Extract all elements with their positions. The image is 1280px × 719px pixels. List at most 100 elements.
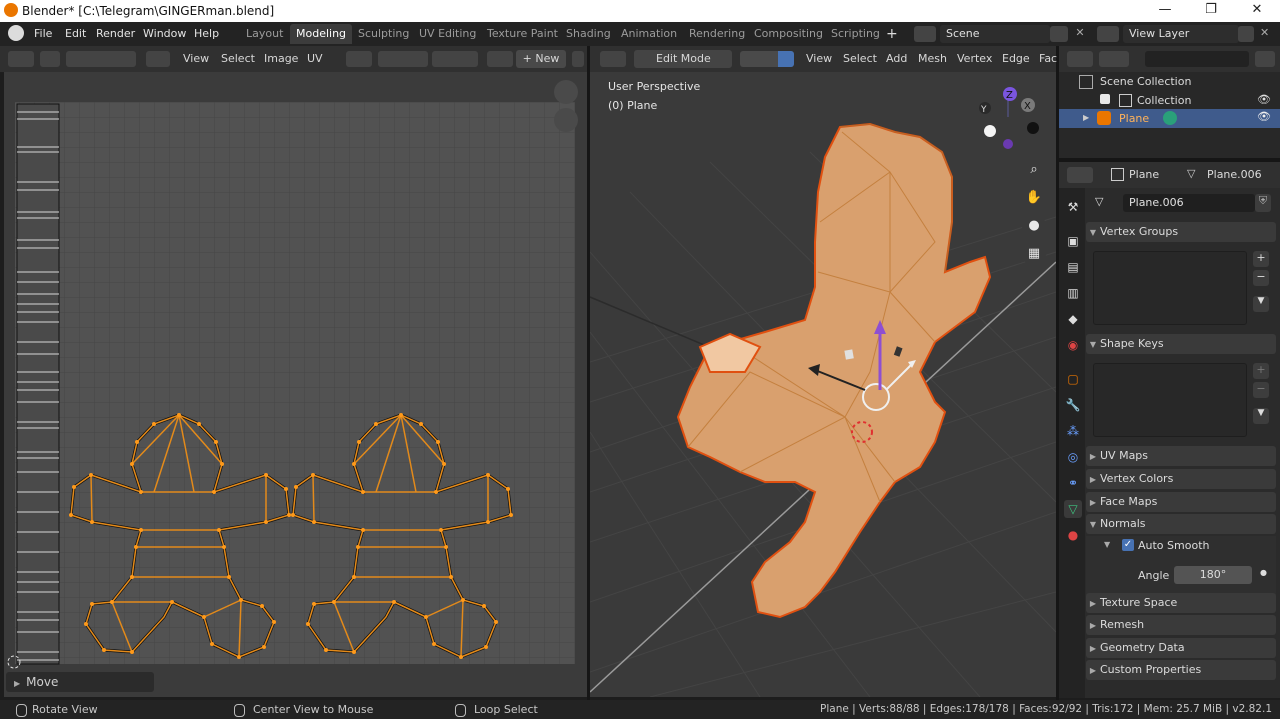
select-mode-icons[interactable] bbox=[66, 51, 136, 67]
view-layer-field[interactable]: View Layer bbox=[1123, 25, 1239, 43]
maximize-button[interactable]: ❐ bbox=[1188, 0, 1234, 22]
viewport-menu-view[interactable]: View bbox=[806, 51, 832, 67]
tab-animation[interactable]: Animation bbox=[615, 24, 683, 44]
remove-vertex-group-icon[interactable]: − bbox=[1253, 270, 1269, 286]
hand-icon[interactable]: ✋ bbox=[1022, 186, 1046, 210]
add-workspace-button[interactable]: + bbox=[880, 24, 904, 44]
editor-type-icon[interactable] bbox=[1067, 51, 1093, 67]
menu-file[interactable]: File bbox=[34, 27, 52, 40]
vertex-groups-panel-header[interactable]: ▼ Vertex Groups bbox=[1086, 222, 1276, 242]
geometry-data-panel-header[interactable]: ▶ Geometry Data bbox=[1086, 638, 1276, 658]
tab-modeling[interactable]: Modeling bbox=[290, 24, 353, 44]
collection-label[interactable]: Collection bbox=[1137, 94, 1191, 107]
outliner-search-input[interactable] bbox=[1145, 51, 1249, 67]
delete-view-layer-icon[interactable]: ✕ bbox=[1260, 26, 1274, 42]
add-vertex-group-icon[interactable]: + bbox=[1253, 251, 1269, 267]
uv-menu-view[interactable]: View bbox=[183, 51, 209, 67]
viewport-menu-add[interactable]: Add bbox=[886, 51, 907, 67]
custom-properties-panel-header[interactable]: ▶ Custom Properties bbox=[1086, 660, 1276, 680]
vertex-group-menu-icon[interactable]: ▼ bbox=[1253, 296, 1269, 312]
hand-icon[interactable] bbox=[554, 108, 578, 132]
new-view-layer-icon[interactable] bbox=[1238, 26, 1254, 42]
menu-edit[interactable]: Edit bbox=[65, 27, 86, 40]
collapse-triangle-icon[interactable]: ▼ bbox=[1104, 540, 1110, 549]
zoom-icon[interactable]: ⌕ bbox=[1022, 158, 1046, 182]
keyframe-dot-icon[interactable]: ● bbox=[1260, 568, 1267, 577]
shape-keys-panel-header[interactable]: ▼ Shape Keys bbox=[1086, 334, 1276, 354]
mesh-data-icon[interactable]: ▽ bbox=[1095, 195, 1103, 208]
tab-uv-editing[interactable]: UV Editing bbox=[413, 24, 482, 44]
add-shape-key-icon[interactable]: + bbox=[1253, 363, 1269, 379]
face-select-mode-icon[interactable] bbox=[778, 51, 794, 67]
eye-icon[interactable]: 👁 bbox=[1257, 93, 1271, 106]
expand-triangle-icon[interactable]: ▶ bbox=[1083, 113, 1089, 122]
menu-help[interactable]: Help bbox=[194, 27, 219, 40]
collection-checkbox[interactable] bbox=[1100, 94, 1110, 104]
face-maps-panel-header[interactable]: ▶ Face Maps bbox=[1086, 492, 1276, 512]
shape-key-menu-icon[interactable]: ▼ bbox=[1253, 408, 1269, 424]
vertex-groups-list[interactable] bbox=[1093, 251, 1247, 325]
minimize-button[interactable]: — bbox=[1142, 0, 1188, 22]
new-image-button[interactable]: + New bbox=[516, 50, 566, 68]
tab-scripting[interactable]: Scripting bbox=[825, 24, 886, 44]
fake-user-icon[interactable]: ⛨ bbox=[1255, 194, 1271, 212]
pivot-icon[interactable] bbox=[346, 51, 372, 67]
remove-shape-key-icon[interactable]: − bbox=[1253, 382, 1269, 398]
uv-editor-canvas[interactable]: ▶ Move bbox=[4, 72, 587, 697]
mesh-data-field[interactable]: Plane.006 bbox=[1123, 194, 1255, 212]
new-scene-icon[interactable] bbox=[1050, 26, 1068, 42]
mesh-data-icon[interactable] bbox=[1163, 111, 1177, 125]
view-layer-icon[interactable] bbox=[1097, 26, 1119, 42]
editor-type-icon[interactable] bbox=[600, 51, 626, 67]
view-layer-tab-icon[interactable]: ▥ bbox=[1064, 284, 1082, 302]
camera-icon[interactable]: ● bbox=[1022, 214, 1046, 238]
image-browse-icon[interactable] bbox=[487, 51, 513, 67]
material-tab-icon[interactable]: ● bbox=[1064, 526, 1082, 544]
tab-sculpting[interactable]: Sculpting bbox=[352, 24, 415, 44]
open-image-icon[interactable] bbox=[572, 51, 584, 67]
viewport-menu-mesh[interactable]: Mesh bbox=[918, 51, 947, 67]
uv-maps-panel-header[interactable]: ▶ UV Maps bbox=[1086, 446, 1276, 466]
delete-scene-icon[interactable]: ✕ bbox=[1072, 26, 1088, 42]
modifier-tab-icon[interactable]: 🔧 bbox=[1064, 396, 1082, 414]
object-tab-icon[interactable]: ▢ bbox=[1064, 370, 1082, 388]
display-mode-icon[interactable] bbox=[1099, 51, 1129, 67]
scene-icon[interactable] bbox=[914, 26, 936, 42]
output-tab-icon[interactable]: ▤ bbox=[1064, 258, 1082, 276]
close-window-button[interactable]: ✕ bbox=[1234, 0, 1280, 22]
normals-panel-header[interactable]: ▼ Normals bbox=[1086, 514, 1276, 534]
uv-menu-select[interactable]: Select bbox=[221, 51, 255, 67]
menu-render[interactable]: Render bbox=[96, 27, 135, 40]
mode-dropdown[interactable]: Edit Mode bbox=[634, 50, 732, 68]
remesh-panel-header[interactable]: ▶ Remesh bbox=[1086, 615, 1276, 635]
uv-menu-image[interactable]: Image bbox=[264, 51, 298, 67]
tab-texture-paint[interactable]: Texture Paint bbox=[481, 24, 564, 44]
vertex-colors-panel-header[interactable]: ▶ Vertex Colors bbox=[1086, 469, 1276, 489]
tool-tab-icon[interactable]: ⚒ bbox=[1064, 198, 1082, 216]
physics-tab-icon[interactable]: ◎ bbox=[1064, 448, 1082, 466]
blender-menu-icon[interactable] bbox=[8, 25, 24, 41]
viewport-menu-face[interactable]: Fac bbox=[1039, 51, 1057, 67]
constraints-tab-icon[interactable]: ⚭ bbox=[1064, 474, 1082, 492]
sticky-select-icon[interactable] bbox=[146, 51, 170, 67]
editor-type-icon[interactable] bbox=[8, 51, 34, 67]
editor-type-icon[interactable] bbox=[1067, 167, 1093, 183]
tab-compositing[interactable]: Compositing bbox=[748, 24, 829, 44]
world-tab-icon[interactable]: ◉ bbox=[1064, 336, 1082, 354]
angle-field[interactable]: 180° bbox=[1174, 566, 1252, 584]
eye-icon[interactable]: 👁 bbox=[1257, 110, 1271, 123]
scene-tab-icon[interactable]: ◆ bbox=[1064, 310, 1082, 328]
proportional-edit-icon[interactable] bbox=[432, 51, 478, 67]
sync-selection-icon[interactable] bbox=[40, 51, 60, 67]
viewport-menu-select[interactable]: Select bbox=[843, 51, 877, 67]
grid-view-icon[interactable]: ▦ bbox=[1022, 242, 1046, 266]
tab-rendering[interactable]: Rendering bbox=[683, 24, 751, 44]
viewport-menu-vertex[interactable]: Vertex bbox=[957, 51, 992, 67]
tab-shading[interactable]: Shading bbox=[560, 24, 617, 44]
scene-name-field[interactable]: Scene bbox=[940, 25, 1050, 43]
snap-icon[interactable] bbox=[378, 51, 428, 67]
data-tab-icon[interactable]: ▽ bbox=[1064, 500, 1082, 518]
auto-smooth-checkbox[interactable]: ✓ bbox=[1122, 539, 1134, 551]
uv-menu-uv[interactable]: UV bbox=[307, 51, 323, 67]
scene-collection-label[interactable]: Scene Collection bbox=[1100, 75, 1191, 88]
